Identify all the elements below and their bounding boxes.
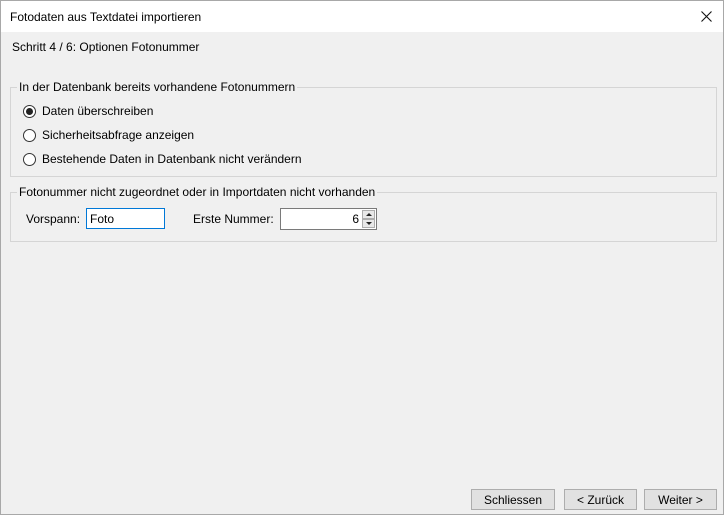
radio-overwrite[interactable]: Daten überschreiben	[23, 104, 153, 118]
radio-button[interactable]	[23, 128, 36, 142]
arrow-down-icon	[365, 222, 372, 225]
radio-selected-dot	[26, 107, 33, 115]
step-label: Schritt 4 / 6: Optionen Fotonummer	[12, 40, 200, 54]
group-legend: In der Datenbank bereits vorhandene Foto…	[17, 80, 298, 94]
first-number-stepper[interactable]: 6	[280, 208, 377, 230]
radio-label[interactable]: Bestehende Daten in Datenbank nicht verä…	[42, 152, 302, 166]
close-dialog-button[interactable]: Schliessen	[471, 489, 555, 510]
radio-keep-existing[interactable]: Bestehende Daten in Datenbank nicht verä…	[23, 152, 302, 166]
title-bar: Fotodaten aus Textdatei importieren	[1, 1, 723, 32]
first-number-label: Erste Nummer:	[193, 212, 274, 226]
radio-button[interactable]	[23, 152, 36, 166]
radio-label[interactable]: Sicherheitsabfrage anzeigen	[42, 128, 194, 142]
stepper-down-button[interactable]	[362, 219, 375, 228]
group-legend: Fotonummer nicht zugeordnet oder in Impo…	[17, 185, 378, 199]
close-icon	[700, 11, 712, 22]
radio-confirm-prompt[interactable]: Sicherheitsabfrage anzeigen	[23, 128, 194, 142]
arrow-up-icon	[365, 213, 372, 216]
radio-button[interactable]	[23, 104, 36, 118]
close-button[interactable]	[689, 1, 723, 32]
prefix-label: Vorspann:	[26, 212, 81, 226]
existing-photo-numbers-group: In der Datenbank bereits vorhandene Foto…	[10, 80, 717, 177]
window-title: Fotodaten aus Textdatei importieren	[10, 10, 202, 24]
radio-label[interactable]: Daten überschreiben	[42, 104, 153, 118]
prefix-input[interactable]	[86, 208, 165, 229]
first-number-value[interactable]: 6	[352, 212, 359, 226]
stepper-up-button[interactable]	[362, 210, 375, 219]
stepper-buttons	[362, 210, 375, 228]
unassigned-photo-number-group: Fotonummer nicht zugeordnet oder in Impo…	[10, 185, 717, 242]
next-button[interactable]: Weiter >	[644, 489, 717, 510]
import-dialog: Fotodaten aus Textdatei importieren Schr…	[0, 0, 724, 515]
back-button[interactable]: < Zurück	[564, 489, 637, 510]
